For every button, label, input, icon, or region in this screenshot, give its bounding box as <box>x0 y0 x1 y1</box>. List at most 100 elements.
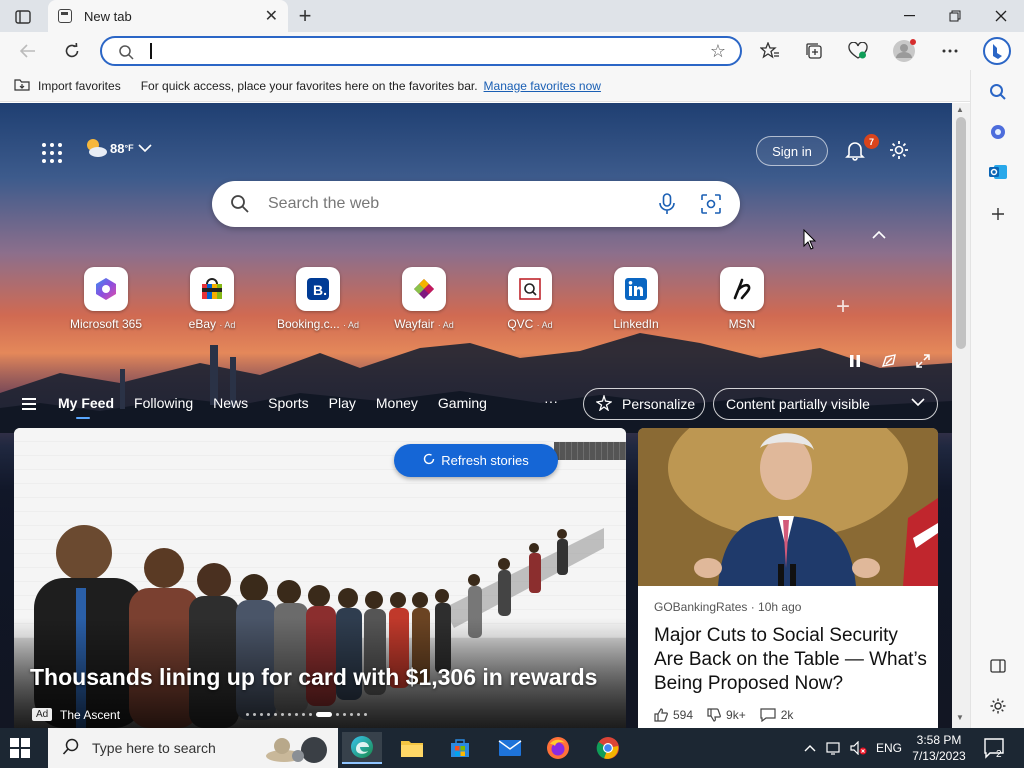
chevron-down-icon[interactable] <box>138 141 152 156</box>
sign-in-button[interactable]: Sign in <box>756 136 828 166</box>
sidebar-settings-icon[interactable] <box>984 692 1012 720</box>
visual-search-icon[interactable] <box>700 193 722 220</box>
sparkle-icon <box>595 393 613 414</box>
scrollbar-thumb[interactable] <box>956 117 966 349</box>
quick-link-linkedin[interactable]: LinkedIn <box>586 267 686 331</box>
search-icon <box>62 738 80 759</box>
language-indicator[interactable]: ENG <box>876 728 902 768</box>
sidebar-outlook-icon[interactable] <box>984 158 1012 186</box>
show-hidden-icons[interactable] <box>804 728 816 768</box>
taskbar-chrome-icon[interactable] <box>588 732 628 764</box>
manage-favorites-link[interactable]: Manage favorites now <box>484 79 601 93</box>
taskbar-store-icon[interactable] <box>440 732 480 764</box>
more-tabs-button[interactable]: ··· <box>544 393 558 409</box>
like-button[interactable]: 594 <box>654 708 693 722</box>
tab-my-feed[interactable]: My Feed <box>58 395 114 419</box>
back-button[interactable] <box>14 38 42 64</box>
carousel-dots[interactable] <box>246 712 367 717</box>
sidebar-add-icon[interactable] <box>984 200 1012 228</box>
page-scrollbar[interactable]: ▲ ▼ <box>952 103 970 728</box>
refresh-stories-button[interactable]: Refresh stories <box>394 444 558 477</box>
side-story-title[interactable]: Major Cuts to Social Security Are Back o… <box>654 624 930 696</box>
quick-link-msn[interactable]: MSN <box>692 267 792 331</box>
network-icon[interactable] <box>826 728 844 768</box>
text-cursor <box>150 43 152 59</box>
sidebar-search-icon[interactable] <box>984 78 1012 106</box>
tile-ad: · Ad <box>536 320 553 330</box>
restore-button[interactable] <box>932 0 978 32</box>
tab-news[interactable]: News <box>213 395 248 411</box>
notification-center-icon[interactable]: 2 <box>982 736 1006 760</box>
taskbar-search-placeholder: Type here to search <box>92 740 216 756</box>
tile-ad: · Ad <box>219 320 236 330</box>
tile-label: Wayfair <box>394 317 435 331</box>
dislike-button[interactable]: 9k+ <box>707 708 746 722</box>
settings-more-button[interactable] <box>936 38 964 64</box>
microphone-icon[interactable] <box>658 193 676 220</box>
content-visibility-dropdown[interactable]: Content partially visible <box>713 388 938 420</box>
hero-headline[interactable]: Thousands lining up for card with $1,306… <box>30 664 597 691</box>
scroll-up-icon[interactable]: ▲ <box>956 105 964 114</box>
taskbar-file-explorer-icon[interactable] <box>392 732 432 764</box>
title-bar: New tab ✕ + <box>0 0 1024 32</box>
taskbar-mail-icon[interactable] <box>490 732 530 764</box>
weather-widget[interactable]: 88 °F <box>84 137 152 159</box>
gear-icon[interactable] <box>888 139 912 163</box>
tile-ad: · Ad <box>343 320 360 330</box>
refresh-button[interactable] <box>58 38 86 64</box>
import-favorites-button[interactable]: Import favorites <box>14 77 121 94</box>
personalize-button[interactable]: Personalize <box>583 388 705 420</box>
volume-muted-icon[interactable] <box>850 728 868 768</box>
favorites-button[interactable] <box>756 38 784 64</box>
profile-avatar[interactable] <box>890 38 918 64</box>
quick-link-qvc[interactable]: QVC · Ad <box>480 267 580 331</box>
browser-tab[interactable]: New tab ✕ <box>48 0 288 32</box>
taskbar-firefox-icon[interactable] <box>538 732 578 764</box>
taskbar-search-box[interactable]: Type here to search <box>48 728 338 768</box>
quick-link-booking[interactable]: B. Booking.c... · Ad <box>268 267 368 331</box>
tab-following[interactable]: Following <box>134 395 193 411</box>
collections-button[interactable] <box>800 38 828 64</box>
taskbar-clock[interactable]: 3:58 PM 7/13/2023 <box>908 732 970 764</box>
tab-actions-icon[interactable] <box>8 6 38 28</box>
search-highlight-icon <box>264 734 334 767</box>
minimize-button[interactable] <box>886 0 932 32</box>
tab-money[interactable]: Money <box>376 395 418 411</box>
close-window-button[interactable] <box>978 0 1024 32</box>
close-tab-icon[interactable]: ✕ <box>265 6 278 26</box>
windows-start-icon[interactable] <box>10 738 30 758</box>
apps-launcher-icon[interactable] <box>42 143 62 163</box>
tab-play[interactable]: Play <box>329 395 356 411</box>
msn-icon <box>720 267 764 311</box>
quick-links: Microsoft 365 eBay · Ad B. Booking.c... … <box>56 267 816 337</box>
quick-link-wayfair[interactable]: Wayfair · Ad <box>374 267 474 331</box>
browser-essentials-button[interactable] <box>844 38 872 64</box>
tab-gaming[interactable]: Gaming <box>438 395 487 411</box>
new-tab-page: 88 °F Sign in 7 Search the web Microsoft… <box>0 103 952 728</box>
new-tab-button[interactable]: + <box>292 3 318 29</box>
comments-button[interactable]: 2k <box>760 708 793 722</box>
taskbar-edge-icon[interactable] <box>342 732 382 764</box>
address-bar[interactable]: ☆ <box>100 36 742 66</box>
sidebar-microsoft365-icon[interactable] <box>984 118 1012 146</box>
web-search-box[interactable]: Search the web <box>212 181 740 227</box>
weather-temperature: 88 <box>110 140 125 156</box>
background-info-icon[interactable] <box>878 351 900 371</box>
add-quick-link-button[interactable]: + <box>836 293 850 321</box>
menu-hamburger-icon[interactable] <box>22 398 36 413</box>
bing-copilot-button[interactable] <box>980 34 1014 68</box>
scroll-down-icon[interactable]: ▼ <box>956 713 964 722</box>
side-story-card[interactable]: GOBankingRates · 10h ago Major Cuts to S… <box>638 428 938 728</box>
clock-date: 7/13/2023 <box>912 749 966 763</box>
tile-label: eBay <box>188 317 216 331</box>
quick-link-microsoft365[interactable]: Microsoft 365 <box>56 267 156 331</box>
sidebar-hide-icon[interactable] <box>984 652 1012 680</box>
pause-background-icon[interactable] <box>844 351 866 371</box>
ad-badge: Ad <box>32 708 53 721</box>
tab-sports[interactable]: Sports <box>268 395 308 411</box>
chevron-up-icon[interactable] <box>872 227 886 243</box>
quick-link-ebay[interactable]: eBay · Ad <box>162 267 262 331</box>
new-tab-page-icon <box>58 9 72 23</box>
favorite-star-icon[interactable]: ☆ <box>710 41 726 62</box>
expand-icon[interactable] <box>912 351 934 371</box>
